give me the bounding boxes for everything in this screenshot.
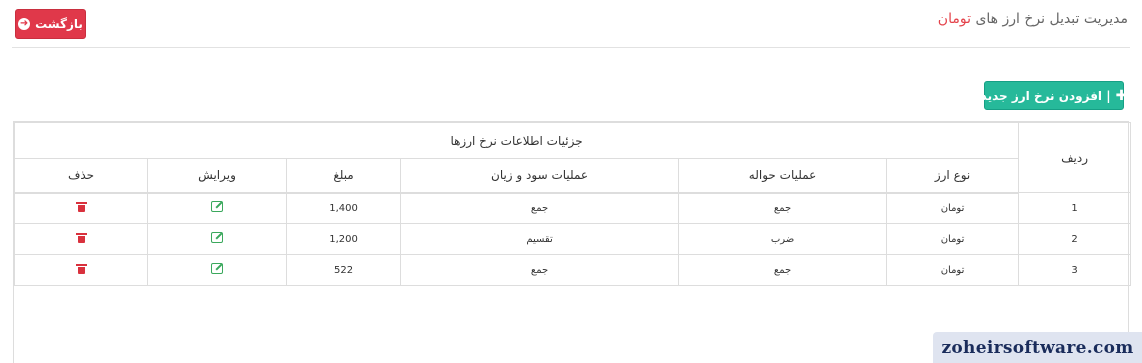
cell-index: 1 — [1018, 192, 1132, 224]
cell-profit-op: جمع — [400, 192, 680, 224]
header-divider — [12, 47, 1130, 48]
cell-edit — [147, 223, 288, 255]
plus-icon: ✚ — [1115, 87, 1128, 104]
page-title: مدیریت تبدیل نرخ ارز های تومان — [938, 11, 1128, 27]
col-header-amount: مبلغ — [286, 158, 402, 194]
cell-edit — [147, 254, 288, 286]
cell-currency: تومان — [886, 254, 1020, 286]
cell-amount: 1,400 — [286, 192, 402, 224]
cell-amount: 522 — [286, 254, 402, 286]
edit-icon[interactable] — [211, 263, 224, 274]
rates-table-container: ردیف جزئیات اطلاعات نرخ ارزها نوع ارز عم… — [13, 121, 1132, 363]
table-row: 3 تومان جمع جمع 522 — [13, 254, 1132, 286]
group-header-details: جزئیات اطلاعات نرخ ارزها — [13, 122, 1020, 159]
page-header: مدیریت تبدیل نرخ ارز های تومان بازگشت ➜ — [0, 0, 1142, 48]
cell-index: 3 — [1018, 254, 1132, 286]
cell-amount: 1,200 — [286, 223, 402, 255]
col-header-delete: حذف — [13, 158, 149, 194]
back-button-label: بازگشت — [35, 17, 83, 31]
cell-currency: تومان — [886, 192, 1020, 224]
cell-transfer-op: جمع — [678, 254, 888, 286]
col-header-currency: نوع ارز — [886, 158, 1020, 194]
col-header-edit: ویرایش — [147, 158, 288, 194]
cell-index: 2 — [1018, 223, 1132, 255]
back-button[interactable]: بازگشت ➜ — [15, 9, 86, 39]
add-rate-button-label: | افزودن نرخ ارز جدید — [980, 88, 1111, 103]
cell-currency: تومان — [886, 223, 1020, 255]
col-header-row-index: ردیف — [1018, 122, 1132, 193]
watermark: zoheirsoftware.com — [933, 332, 1142, 363]
rates-table: ردیف جزئیات اطلاعات نرخ ارزها نوع ارز عم… — [13, 122, 1132, 286]
cell-transfer-op: ضرب — [678, 223, 888, 255]
col-header-transfer-op: عملیات حواله — [678, 158, 888, 194]
page-title-text: مدیریت تبدیل نرخ ارز های — [975, 11, 1128, 27]
cell-profit-op: جمع — [400, 254, 680, 286]
trash-icon[interactable] — [75, 263, 87, 274]
edit-icon[interactable] — [211, 201, 224, 213]
cell-transfer-op: جمع — [678, 192, 888, 224]
cell-delete — [13, 223, 149, 255]
cell-delete — [13, 254, 149, 286]
add-rate-button[interactable]: ✚ | افزودن نرخ ارز جدید — [980, 81, 1127, 110]
arrow-circle-left-icon: ➜ — [18, 18, 31, 30]
edit-icon[interactable] — [211, 232, 224, 243]
trash-icon[interactable] — [75, 232, 87, 243]
cell-delete — [13, 192, 149, 224]
cell-edit — [147, 192, 288, 224]
table-row: 1 تومان جمع جمع 1,400 — [13, 192, 1132, 224]
page-title-accent: تومان — [937, 11, 971, 27]
col-header-profit-op: عملیات سود و زیان — [400, 158, 680, 194]
table-row: 2 تومان ضرب تقسیم 1,200 — [13, 223, 1132, 255]
cell-profit-op: تقسیم — [400, 223, 680, 255]
trash-icon[interactable] — [75, 201, 87, 212]
